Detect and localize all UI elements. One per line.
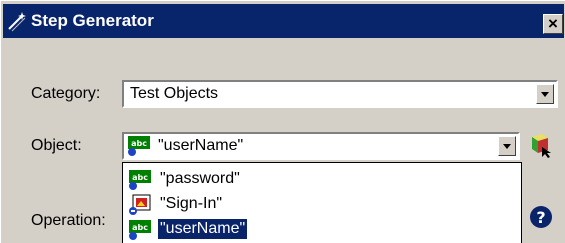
- svg-text:abc: abc: [131, 139, 147, 148]
- step-generator-wand-icon: [8, 12, 26, 32]
- help-icon[interactable]: ?: [528, 204, 554, 230]
- svg-text:?: ?: [536, 208, 545, 227]
- object-repository-icon[interactable]: [526, 131, 554, 159]
- category-combobox[interactable]: Test Objects: [122, 80, 558, 108]
- image-icon: [129, 194, 151, 215]
- category-label: Category:: [31, 85, 101, 102]
- edit-box-icon: abc: [129, 170, 151, 190]
- category-value: Test Objects: [130, 85, 219, 102]
- list-item[interactable]: abc "password": [124, 167, 519, 192]
- object-dropdown-button[interactable]: [498, 136, 516, 156]
- object-combobox[interactable]: abc "userName": [122, 132, 520, 160]
- window-title: Step Generator: [31, 11, 154, 30]
- svg-text:abc: abc: [132, 223, 148, 232]
- list-item-label: "userName": [156, 218, 249, 240]
- edit-box-icon: abc: [128, 136, 150, 156]
- chevron-down-icon: [541, 92, 549, 97]
- category-dropdown-button[interactable]: [536, 84, 554, 104]
- edit-box-icon: abc: [129, 220, 151, 240]
- list-item-label: "password": [160, 170, 240, 187]
- list-item[interactable]: "Sign-In": [124, 192, 519, 217]
- object-value: "userName": [158, 137, 244, 154]
- list-item-selected[interactable]: abc "userName": [124, 217, 519, 242]
- svg-text:abc: abc: [132, 173, 148, 182]
- chevron-down-icon: [503, 144, 511, 149]
- object-dropdown-list[interactable]: abc "password" "Sign-In" abc "userName": [122, 162, 522, 243]
- operation-label: Operation:: [31, 212, 106, 229]
- list-item-label: "Sign-In": [160, 195, 223, 212]
- close-icon: ×: [548, 14, 558, 33]
- title-bar[interactable]: Step Generator ×: [3, 4, 564, 38]
- object-label: Object:: [31, 137, 82, 154]
- step-generator-dialog: Step Generator × Category: Test Objects …: [0, 0, 565, 243]
- close-button[interactable]: ×: [543, 14, 563, 34]
